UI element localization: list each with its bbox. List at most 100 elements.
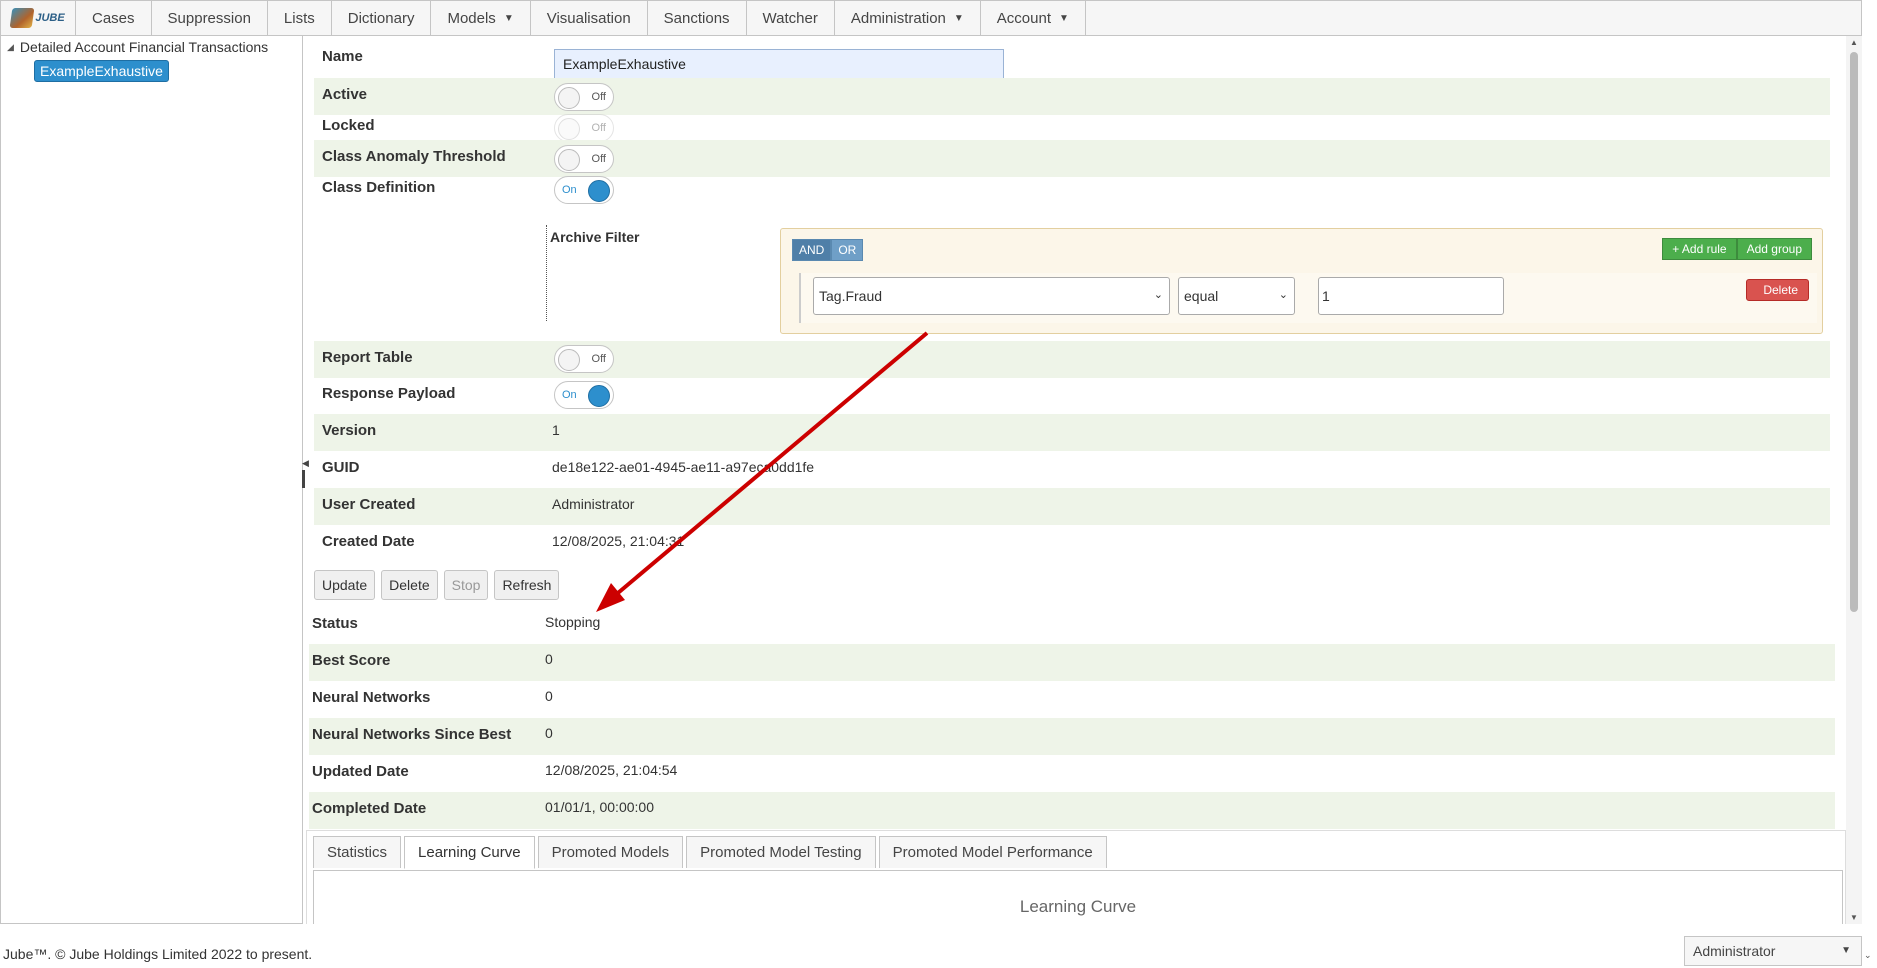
jube-logo[interactable]: JUBE [1,1,76,35]
row-best-score: Best Score 0 [309,644,1835,681]
neural-networks-value: 0 [545,688,553,704]
scroll-down-icon[interactable]: ▼ [1850,913,1858,922]
nav-watcher[interactable]: Watcher [747,1,835,35]
caret-down-icon: ▼ [1059,12,1069,24]
delete-rule-button[interactable]: Delete [1746,279,1809,301]
user-select[interactable]: Administrator ▼ [1684,936,1862,966]
row-completed-date: Completed Date 01/01/1, 00:00:00 [309,792,1835,829]
class-definition-label: Class Definition [322,179,436,196]
tab-promoted-model-performance[interactable]: Promoted Model Performance [878,836,1107,868]
update-button[interactable]: Update [314,570,376,600]
nav-models[interactable]: Models ▼ [431,1,531,35]
updated-date-label: Updated Date [312,763,409,780]
learning-curve-title: Learning Curve [1019,897,1137,916]
scroll-thumb[interactable] [1850,52,1858,612]
chevron-down-icon: ⌄ [1153,289,1163,301]
collapse-triangle-icon[interactable]: ◢ [7,42,14,53]
tab-promoted-models[interactable]: Promoted Models [537,836,684,868]
row-nn-since-best: Neural Networks Since Best 0 [309,718,1835,755]
locked-toggle: Off [554,114,614,142]
class-anomaly-toggle[interactable]: Off [554,145,614,173]
created-date-label: Created Date [322,533,415,550]
action-buttons: Update Delete Stop Refresh [314,570,560,600]
tab-bar: Statistics Learning Curve Promoted Model… [313,836,1107,869]
footer-copyright: Jube™. © Jube Holdings Limited 2022 to p… [3,946,313,962]
caret-down-icon: ▼ [503,12,514,24]
row-response-payload: Response Payload On [314,377,1830,414]
user-created-label: User Created [322,496,416,513]
best-score-value: 0 [545,651,553,667]
query-builder: AND OR + Add rule Add group Tag.Fraud ⌄ … [780,228,1823,334]
top-nav: JUBE Cases Suppression Lists Dictionary … [0,0,1862,36]
row-user-created: User Created Administrator [314,488,1830,525]
tabs-container: Statistics Learning Curve Promoted Model… [306,830,1846,924]
nav-cases[interactable]: Cases [76,1,152,35]
caret-down-icon: ▼ [953,12,964,24]
condition-toggle: AND OR [792,239,864,261]
tree-node-selected[interactable]: ExampleExhaustive [34,60,169,82]
nav-visualisation[interactable]: Visualisation [531,1,648,35]
row-guid: GUID de18e122-ae01-4945-ae11-a97eca0dd1f… [314,451,1830,488]
report-table-toggle[interactable]: Off [554,345,614,373]
row-status: Status Stopping [309,607,1835,644]
tab-promoted-model-testing[interactable]: Promoted Model Testing [686,836,876,868]
splitter-handle[interactable] [302,470,305,488]
response-payload-label: Response Payload [322,385,456,402]
stop-button: Stop [443,570,489,600]
best-score-label: Best Score [312,652,391,669]
nn-since-best-label: Neural Networks Since Best [312,726,512,743]
row-report-table: Report Table Off [314,341,1830,378]
completed-date-value: 01/01/1, 00:00:00 [545,799,654,815]
nav-sanctions[interactable]: Sanctions [648,1,747,35]
class-definition-toggle[interactable]: On [554,176,614,204]
main-content: Name Active Off Locked Off Class Anomaly… [306,36,1846,924]
row-name: Name [314,40,1830,79]
row-neural-networks: Neural Networks 0 [309,681,1835,718]
active-label: Active [322,86,368,103]
neural-networks-label: Neural Networks [312,689,431,706]
model-tree: ◢ Detailed Account Financial Transaction… [0,36,303,924]
tab-statistics[interactable]: Statistics [313,836,402,868]
class-anomaly-label: Class Anomaly Threshold [322,148,506,165]
caret-down-icon: ▼ [1841,945,1851,956]
value-input[interactable]: 1 [1318,277,1504,315]
created-date-value: 12/08/2025, 21:04:31 [552,533,685,549]
status-value: Stopping [545,614,601,630]
row-created-date: Created Date 12/08/2025, 21:04:31 [314,525,1830,562]
operator-select[interactable]: equal ⌄ [1178,277,1295,315]
guid-value: de18e122-ae01-4945-ae11-a97eca0dd1fe [552,459,815,475]
corner-caret-icon[interactable]: ⌄ [1864,950,1872,961]
and-button[interactable]: AND [792,239,832,261]
field-select[interactable]: Tag.Fraud ⌄ [813,277,1170,315]
chevron-down-icon: ⌄ [1278,289,1288,301]
name-label: Name [322,48,363,65]
delete-button[interactable]: Delete [381,570,438,600]
qb-actions: + Add rule Add group [1662,238,1812,260]
row-version: Version 1 [314,414,1830,451]
tab-learning-curve[interactable]: Learning Curve [404,836,535,869]
version-label: Version [322,422,377,439]
add-group-button[interactable]: Add group [1736,238,1812,260]
completed-date-label: Completed Date [312,800,427,817]
updated-date-value: 12/08/2025, 21:04:54 [545,762,678,778]
tree-node-root[interactable]: ◢ Detailed Account Financial Transaction… [7,39,268,55]
vertical-scrollbar[interactable]: ▲ ▼ [1846,36,1862,924]
active-toggle[interactable]: Off [554,83,614,111]
nav-lists[interactable]: Lists [268,1,332,35]
status-label: Status [312,615,358,632]
user-created-value: Administrator [552,496,635,512]
scroll-up-icon[interactable]: ▲ [1850,38,1858,47]
guid-label: GUID [322,459,360,476]
version-value: 1 [552,422,560,438]
nav-administration[interactable]: Administration ▼ [835,1,981,35]
refresh-button[interactable]: Refresh [494,570,560,600]
name-input[interactable] [554,49,1004,79]
report-table-label: Report Table [322,349,413,366]
archive-filter-label: Archive Filter [550,229,640,245]
response-payload-toggle[interactable]: On [554,381,614,409]
nav-account[interactable]: Account ▼ [981,1,1086,35]
nav-dictionary[interactable]: Dictionary [332,1,432,35]
or-button[interactable]: OR [831,239,864,261]
nav-suppression[interactable]: Suppression [152,1,268,35]
add-rule-button[interactable]: + Add rule [1662,238,1737,260]
